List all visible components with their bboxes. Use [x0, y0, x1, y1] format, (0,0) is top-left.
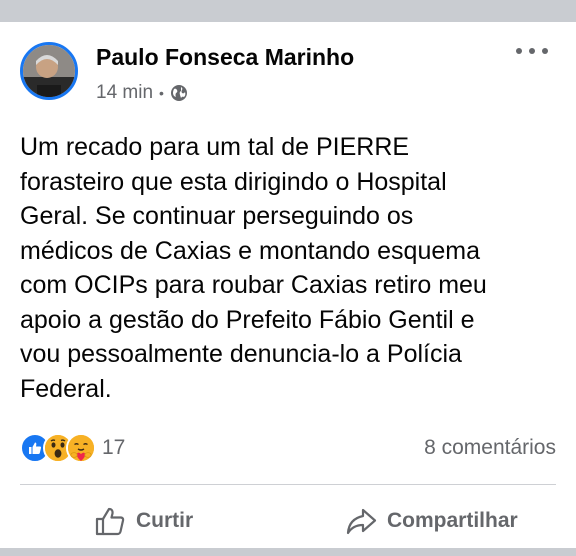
feed-separator-bottom	[0, 548, 576, 556]
like-label: Curtir	[136, 509, 194, 532]
globe-icon[interactable]	[170, 84, 188, 102]
share-button[interactable]: Compartilhar	[345, 496, 518, 546]
like-button[interactable]: Curtir	[94, 496, 193, 546]
share-label: Compartilhar	[387, 509, 518, 532]
thumbs-up-icon	[94, 506, 126, 536]
author-name[interactable]: Paulo Fonseca Marinho	[96, 44, 354, 71]
care-icon	[66, 433, 96, 463]
post-card: Paulo Fonseca Marinho 14 min • Um recado…	[0, 22, 576, 556]
share-arrow-icon	[345, 506, 377, 536]
post-time[interactable]: 14 min	[96, 82, 153, 104]
meta-separator: •	[159, 85, 164, 101]
avatar[interactable]	[20, 42, 78, 100]
comments-count[interactable]: 8 comentários	[424, 436, 556, 460]
more-options-icon[interactable]	[516, 44, 548, 58]
reactions-summary[interactable]: 17	[20, 433, 125, 463]
post-meta: 14 min •	[96, 82, 188, 104]
post-text: Um recado para um tal de PIERRE forastei…	[20, 133, 487, 403]
actions-divider	[20, 484, 556, 485]
feed-separator-top	[0, 0, 576, 22]
reaction-count: 17	[102, 436, 126, 459]
